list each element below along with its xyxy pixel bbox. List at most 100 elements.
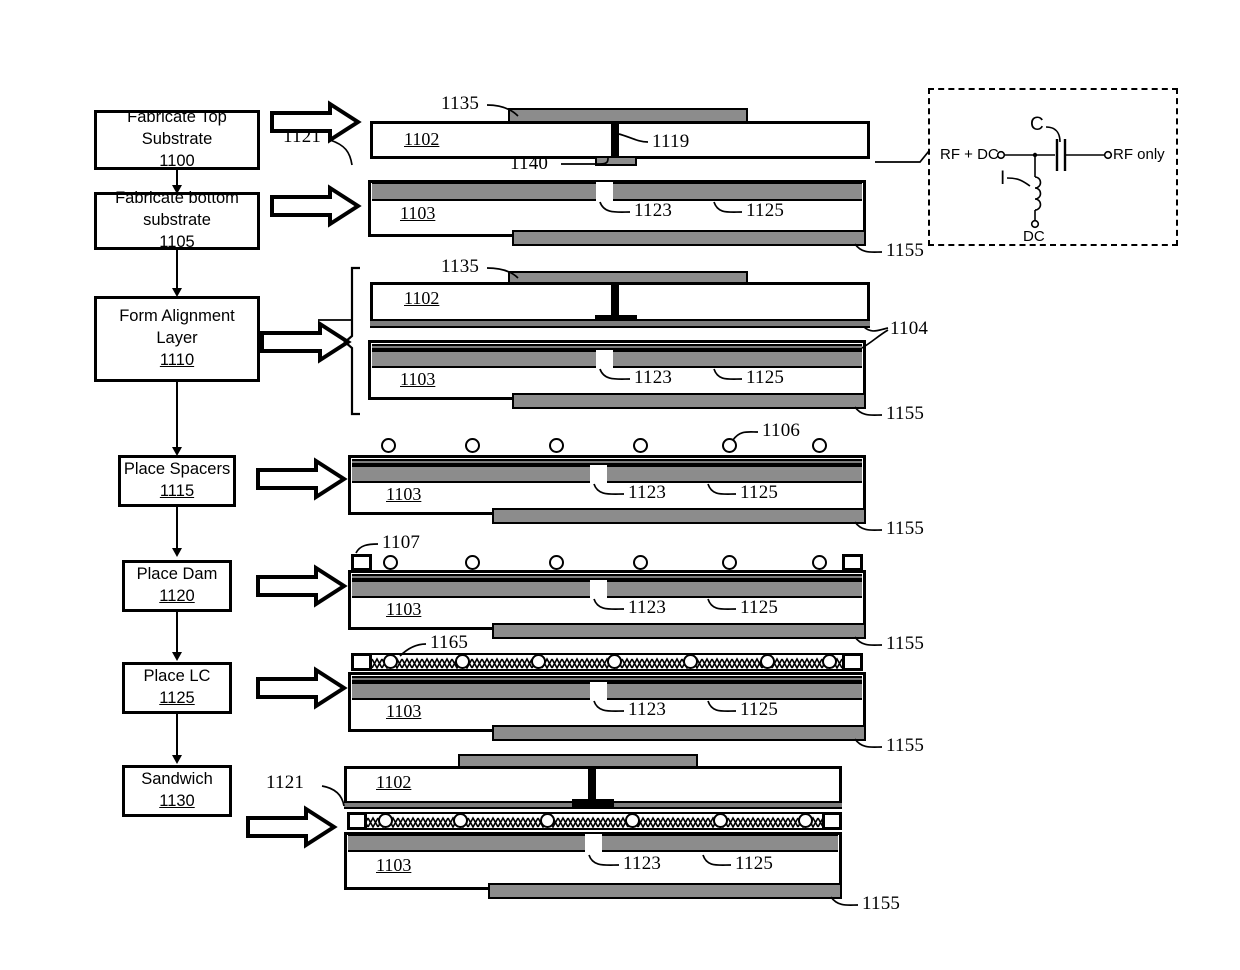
spacer-1106 bbox=[683, 654, 698, 669]
bias-tee-inset bbox=[928, 88, 1178, 246]
flow-step-sandwich[interactable]: Sandwich 1130 bbox=[122, 765, 232, 817]
dam-1107-left bbox=[351, 554, 372, 571]
slot-1123-d4 bbox=[590, 465, 607, 483]
top-substrate-1102 bbox=[370, 121, 870, 159]
flow-step-place-lc[interactable]: Place LC 1125 bbox=[122, 662, 232, 714]
top-substrate-label: 1102 bbox=[404, 129, 440, 149]
ground-edge-top-d3 bbox=[372, 350, 862, 352]
via-1119 bbox=[611, 121, 619, 159]
ground-edge-top-d5 bbox=[352, 580, 862, 582]
numeral-1123-d6: 1123 bbox=[628, 699, 667, 720]
flow-step-label-line2: substrate 1105 bbox=[143, 210, 211, 254]
slot-1123-d6 bbox=[590, 682, 607, 700]
bottom-substrate-label-d6: 1103 bbox=[386, 701, 422, 721]
flow-connector-arrowhead-4 bbox=[172, 548, 182, 557]
bottom-substrate-label-d3: 1103 bbox=[400, 369, 436, 389]
flow-step-ref: 1130 bbox=[159, 792, 195, 810]
leader-1121-d7 bbox=[321, 785, 345, 807]
spacer-1106 bbox=[383, 555, 398, 570]
numeral-1104: 1104 bbox=[890, 318, 929, 339]
flow-step-label-line1: Sandwich bbox=[141, 770, 213, 789]
block-arrow-2 bbox=[270, 184, 362, 228]
flow-step-ref: 1125 bbox=[159, 689, 195, 707]
spacer-1106 bbox=[531, 654, 546, 669]
dam-1107-left-d6 bbox=[351, 653, 372, 671]
back-metal-1155-d5 bbox=[492, 623, 866, 639]
ground-plane-1125-d2 bbox=[372, 184, 862, 199]
numeral-1140: 1140 bbox=[510, 153, 549, 174]
flow-connector-3 bbox=[176, 382, 178, 454]
spacer-1106 bbox=[633, 555, 648, 570]
alignment-layer-1104-top bbox=[370, 319, 870, 328]
bottom-substrate-label-d2: 1103 bbox=[400, 203, 436, 223]
dam-1107-left-d7 bbox=[347, 812, 367, 830]
numeral-1135-d3: 1135 bbox=[441, 256, 480, 277]
block-arrow-5 bbox=[256, 564, 348, 608]
spacer-1106 bbox=[625, 813, 640, 828]
numeral-1165-d6: 1165 bbox=[430, 632, 469, 653]
inductor-label: I bbox=[1000, 168, 1006, 189]
lc-hatch-pattern-d7 bbox=[348, 814, 842, 828]
ground-plane-1125-d6 bbox=[352, 684, 862, 698]
figure-canvas: Fabricate Top Substrate 1100 Fabricate b… bbox=[0, 0, 1240, 970]
block-arrow-6 bbox=[256, 666, 348, 710]
liquid-crystal-1165-d7 bbox=[348, 812, 842, 830]
ground-plane-1125-d5 bbox=[352, 582, 862, 596]
flow-connector-arrowhead-5 bbox=[172, 652, 182, 661]
flow-step-fabricate-top-substrate[interactable]: Fabricate Top Substrate 1100 bbox=[94, 108, 260, 170]
numeral-1125-d2: 1125 bbox=[746, 200, 785, 221]
numeral-1123-d4: 1123 bbox=[628, 482, 667, 503]
numeral-1119: 1119 bbox=[652, 131, 690, 152]
flow-step-label-line1: Fabricate Top bbox=[127, 108, 227, 127]
inset-connector bbox=[875, 145, 934, 163]
leader-1107-d5 bbox=[355, 543, 379, 554]
flow-step-label-line1: Fabricate bottom bbox=[115, 189, 239, 208]
numeral-1123-d5: 1123 bbox=[628, 597, 667, 618]
ground-edge-bot-d2 bbox=[372, 199, 862, 201]
spacer-1106 bbox=[383, 654, 398, 669]
spacer-1106 bbox=[722, 555, 737, 570]
numeral-1155-d6: 1155 bbox=[886, 735, 925, 756]
spacer-1106 bbox=[633, 438, 648, 453]
flow-step-place-spacers[interactable]: Place Spacers 1115 bbox=[118, 455, 236, 507]
flow-step-label-line1: Place Dam bbox=[136, 565, 218, 584]
spacer-1106 bbox=[722, 438, 737, 453]
flow-step-place-dam[interactable]: Place Dam 1120 bbox=[122, 560, 232, 612]
numeral-1155-d2: 1155 bbox=[886, 240, 925, 261]
back-metal-1155-d3 bbox=[512, 393, 866, 409]
bottom-substrate-label-d7: 1103 bbox=[376, 855, 412, 875]
ground-edge-bot-d4 bbox=[352, 481, 862, 483]
ground-edge-top-d4 bbox=[352, 465, 862, 467]
spacer-1106 bbox=[812, 438, 827, 453]
numeral-1155-d5: 1155 bbox=[886, 633, 925, 654]
numeral-1123-d7: 1123 bbox=[623, 853, 662, 874]
spacer-1106 bbox=[713, 813, 728, 828]
ground-edge-top-d6 bbox=[352, 682, 862, 684]
spacer-1106 bbox=[812, 555, 827, 570]
flow-step-label-line1: Form Alignment bbox=[119, 307, 235, 326]
spacer-1106 bbox=[607, 654, 622, 669]
slot-1123-d5 bbox=[590, 580, 607, 598]
leader-1121-top bbox=[329, 139, 353, 166]
flow-step-form-alignment-layer[interactable]: Form Alignment Layer 1110 bbox=[94, 296, 260, 382]
numeral-1125-d4: 1125 bbox=[740, 482, 779, 503]
flow-step-label-line2: Layer 1110 bbox=[156, 328, 197, 372]
port-label-rf-only: RF only bbox=[1113, 146, 1165, 163]
bottom-substrate-label-d5: 1103 bbox=[386, 599, 422, 619]
spacer-1106 bbox=[798, 813, 813, 828]
numeral-1121-d7: 1121 bbox=[266, 772, 305, 793]
flow-connector-arrowhead-6 bbox=[172, 755, 182, 764]
numeral-1125-d7: 1125 bbox=[735, 853, 774, 874]
back-metal-1155-d4 bbox=[492, 508, 866, 524]
spacer-1106 bbox=[465, 555, 480, 570]
numeral-1123-d2: 1123 bbox=[634, 200, 673, 221]
flow-step-label-line1: Place Spacers bbox=[123, 460, 231, 479]
dam-1107-right bbox=[842, 554, 863, 571]
leader-1106-d4 bbox=[732, 430, 759, 441]
numeral-1155-d3: 1155 bbox=[886, 403, 925, 424]
spacer-1106 bbox=[549, 555, 564, 570]
spacer-1106 bbox=[378, 813, 393, 828]
flow-step-fabricate-bottom-substrate[interactable]: Fabricate bottom substrate 1105 bbox=[94, 189, 260, 251]
port-label-rf-dc: RF + DC bbox=[940, 146, 999, 163]
flow-step-ref: 1120 bbox=[159, 587, 195, 605]
